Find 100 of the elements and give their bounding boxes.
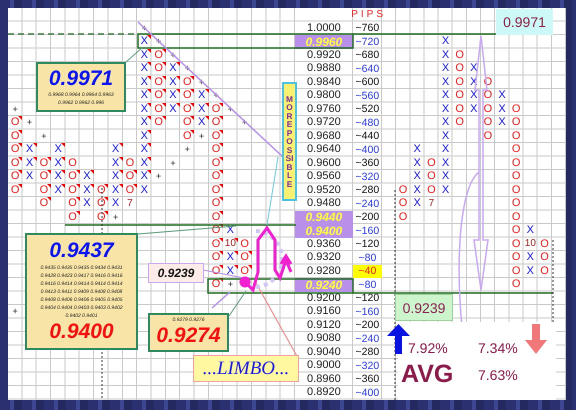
chart-mark: O xyxy=(40,198,48,210)
chart-mark: O xyxy=(183,104,192,115)
price-cell-text: 0.9480 xyxy=(306,197,342,210)
price-cell-text: 0.9160 xyxy=(306,305,342,318)
chart-mark: O xyxy=(540,238,549,250)
chart-mark: X xyxy=(442,50,450,61)
chart-mark: O xyxy=(455,76,464,88)
chart-mark: X xyxy=(54,184,62,196)
chart-mark: O xyxy=(154,104,163,115)
chart-mark: X xyxy=(226,266,234,277)
chart-mark: X xyxy=(442,117,450,128)
chart-mark: 7 xyxy=(428,198,434,209)
pips-cell-text: ~160 xyxy=(354,305,380,318)
chart-mark: X xyxy=(54,158,62,169)
chart-mark: X xyxy=(169,90,177,102)
price-cell-text: 0.8960 xyxy=(306,372,342,386)
leader-line xyxy=(266,156,278,226)
chart-mark: O xyxy=(154,63,163,74)
chart-mark: X xyxy=(198,104,206,115)
chart-mark: O xyxy=(540,252,549,264)
chart-mark: X xyxy=(140,50,148,61)
price-label: 0.9239 xyxy=(395,294,453,321)
chart-mark: O xyxy=(484,104,492,115)
chart-mark: O xyxy=(512,104,520,115)
chart-mark: O xyxy=(398,212,408,223)
chart-mark: X xyxy=(54,144,62,156)
chart-mark: O xyxy=(240,238,249,250)
chart-mark: O xyxy=(512,225,520,236)
price-cell-text: 0.9200 xyxy=(306,292,342,305)
chart-mark: X xyxy=(112,171,120,182)
chart-mark: O xyxy=(512,117,520,128)
chart-mark: O xyxy=(126,184,134,196)
pips-cell-text: ~560 xyxy=(354,89,380,102)
pips-cell-text: ~520 xyxy=(354,102,380,116)
price-cell-text: 0.9040 xyxy=(306,346,342,359)
chart-mark: X xyxy=(442,104,450,115)
chart-mark: O xyxy=(68,171,77,182)
chart-mark: O xyxy=(512,279,520,290)
pips-cell-text: ~200 xyxy=(354,318,380,332)
chart-mark: 10 xyxy=(524,239,536,250)
chart-mark: X xyxy=(498,117,506,128)
price-cell-text: 0.9600 xyxy=(306,156,342,170)
chart-mark: X xyxy=(414,144,421,156)
chart-mark: + xyxy=(12,307,18,316)
chart-mark: O xyxy=(212,104,220,115)
pips-cell-text: ~640 xyxy=(354,62,380,76)
pips-cell-text: ~400 xyxy=(354,386,380,400)
chart-mark: O xyxy=(212,158,220,169)
chart-mark: 10 xyxy=(224,239,236,250)
chart-mark: O xyxy=(512,252,520,264)
chart-mark: O xyxy=(40,171,48,182)
chart-mark: X xyxy=(526,266,534,277)
price-cell-text: 0.9360 xyxy=(306,238,342,251)
high-price: 0.9971 xyxy=(48,66,114,92)
pips-cell-text: ~600 xyxy=(354,76,380,89)
pips-cell-text: ~240 xyxy=(354,332,380,346)
chart-mark: X xyxy=(140,76,148,88)
chart-mark: O xyxy=(240,252,249,264)
pips-cell-text: ~80 xyxy=(357,251,378,264)
pips-cell-text: ~320 xyxy=(354,170,380,184)
chart-mark: X xyxy=(83,171,91,182)
chart-mark: O xyxy=(10,117,20,128)
price-cell: 0.9400 xyxy=(294,224,353,238)
chart-mark: + xyxy=(199,132,204,141)
chart-mark: X xyxy=(198,117,206,128)
chart-mark: O xyxy=(427,171,436,182)
pips-cell-text: ~80 xyxy=(357,278,378,292)
chart-mark: O xyxy=(126,171,134,182)
price-cell: 0.9440 xyxy=(294,210,353,224)
chart-mark: O xyxy=(512,171,520,182)
chart-mark: O xyxy=(10,144,20,156)
chart-mark: O xyxy=(68,212,77,223)
stat-value: 7.34% xyxy=(478,340,518,356)
chart-mark: O xyxy=(183,90,192,102)
chart-mark: X xyxy=(26,171,34,182)
chart-mark: O xyxy=(212,279,220,290)
pips-cell-text: ~480 xyxy=(354,116,380,130)
chart-mark: O xyxy=(512,144,520,156)
chart-mark: X xyxy=(83,198,91,210)
limbo-label: ...LIMBO... xyxy=(193,355,299,382)
chart-mark: O xyxy=(126,158,134,169)
chart-mark: X xyxy=(140,104,148,115)
chart-mark: O xyxy=(68,184,77,196)
pips-cell-text: ~360 xyxy=(354,372,380,386)
chart-mark: O xyxy=(212,184,220,196)
zigzag-arrow xyxy=(240,225,292,293)
leader-line xyxy=(228,290,246,316)
price-cell-text: 0.9640 xyxy=(306,143,342,156)
chart-mark: X xyxy=(140,117,148,128)
chart-mark: O xyxy=(40,184,48,196)
chart-mark: X xyxy=(442,144,450,156)
price-cell-text: 0.9760 xyxy=(306,102,342,116)
chart-mark: O xyxy=(455,104,464,115)
chart-mark: O xyxy=(240,266,249,277)
chart-mark: X xyxy=(414,184,421,196)
chart-mark: O xyxy=(512,238,520,250)
price-cell-text: 0.9120 xyxy=(306,318,342,332)
chart-mark: X xyxy=(140,158,148,169)
chart-mark: O xyxy=(512,158,520,169)
chart-mark: X xyxy=(442,158,450,169)
